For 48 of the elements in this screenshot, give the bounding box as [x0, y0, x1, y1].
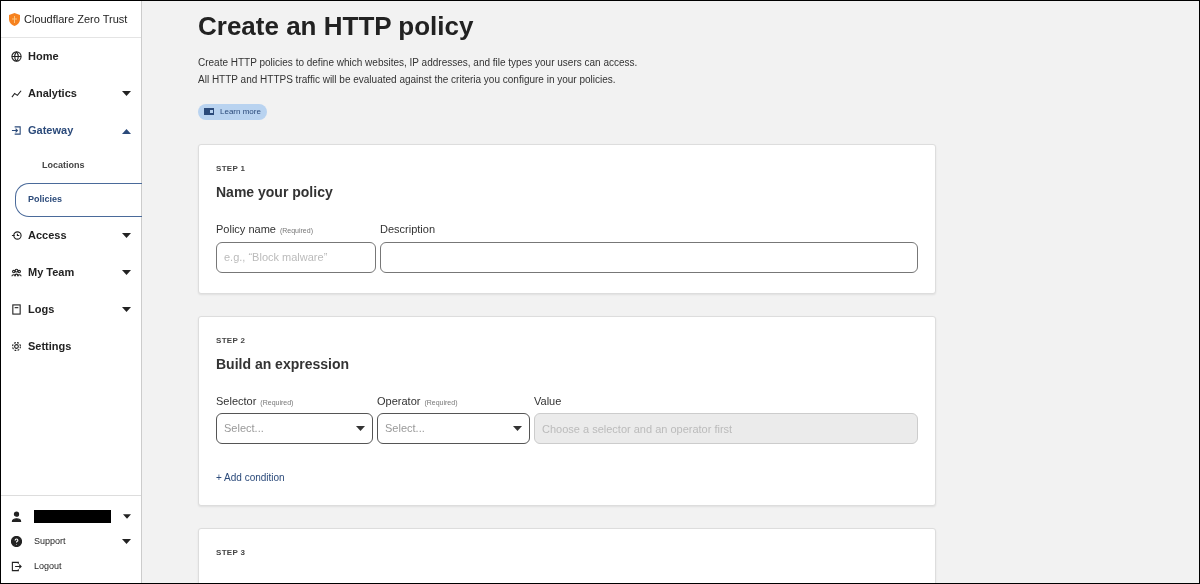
add-condition-link[interactable]: + Add condition	[216, 470, 285, 486]
learn-more-button[interactable]: Learn more	[198, 103, 267, 120]
input-field[interactable]	[380, 241, 918, 273]
sidebar-item[interactable]: My Team	[1, 254, 141, 291]
shield-logo-icon	[9, 12, 20, 26]
sidebar-item[interactable]: Access	[1, 217, 141, 254]
line-chart-icon	[11, 88, 22, 99]
sidebar-item[interactable]: Gateway	[1, 112, 141, 149]
step-number: STEP 2	[216, 334, 247, 347]
field-label: Operator	[377, 394, 421, 407]
caret-icon	[122, 513, 131, 520]
logout-icon	[11, 561, 22, 572]
globe-icon	[11, 51, 22, 62]
field-label: Policy name	[216, 223, 276, 236]
document-icon	[11, 304, 22, 315]
input-field[interactable]: e.g., “Block malware”	[216, 241, 376, 273]
people-icon	[11, 267, 22, 278]
help-icon	[11, 536, 22, 547]
caret-icon	[122, 127, 131, 134]
support-menu[interactable]: Support	[1, 529, 141, 554]
step-number: STEP 1	[216, 163, 247, 176]
page-description: Create HTTP policies to define which websites, IP addresses, and file types your users can access. All HTTP and HTTPS traffic will be evaluated against the criteria you configure in your policies.	[198, 56, 638, 88]
book-icon	[204, 108, 214, 116]
step-title: Build an expression	[216, 354, 351, 374]
caret-icon	[122, 538, 131, 545]
caret-icon	[122, 269, 131, 276]
caret-icon	[122, 306, 131, 313]
step-title: Name your policy	[216, 183, 334, 203]
field-label: Value	[534, 394, 562, 407]
page-title: Create an HTTP policy	[198, 11, 475, 43]
sidebar-item[interactable]: Home	[1, 38, 141, 75]
field-label: Description	[380, 223, 436, 236]
brand-name: Cloudflare Zero Trust	[24, 11, 128, 27]
sidebar-item[interactable]: Logs	[1, 291, 141, 328]
logout-link[interactable]: Logout	[1, 554, 141, 579]
sidebar-subitem[interactable]: Locations	[15, 149, 142, 183]
caret-icon	[513, 425, 522, 432]
caret-icon	[122, 232, 131, 239]
door-arrow-icon	[11, 125, 22, 136]
sidebar-subitem[interactable]: Policies	[15, 183, 142, 217]
settings-icon	[11, 341, 22, 352]
caret-icon	[122, 90, 131, 97]
person-icon	[11, 511, 22, 522]
sidebar-item[interactable]: Analytics	[1, 75, 141, 112]
step-number: STEP 3	[216, 547, 247, 560]
field-label: Selector	[216, 394, 257, 407]
caret-icon	[356, 425, 365, 432]
sidebar-item[interactable]: Settings	[1, 328, 141, 365]
